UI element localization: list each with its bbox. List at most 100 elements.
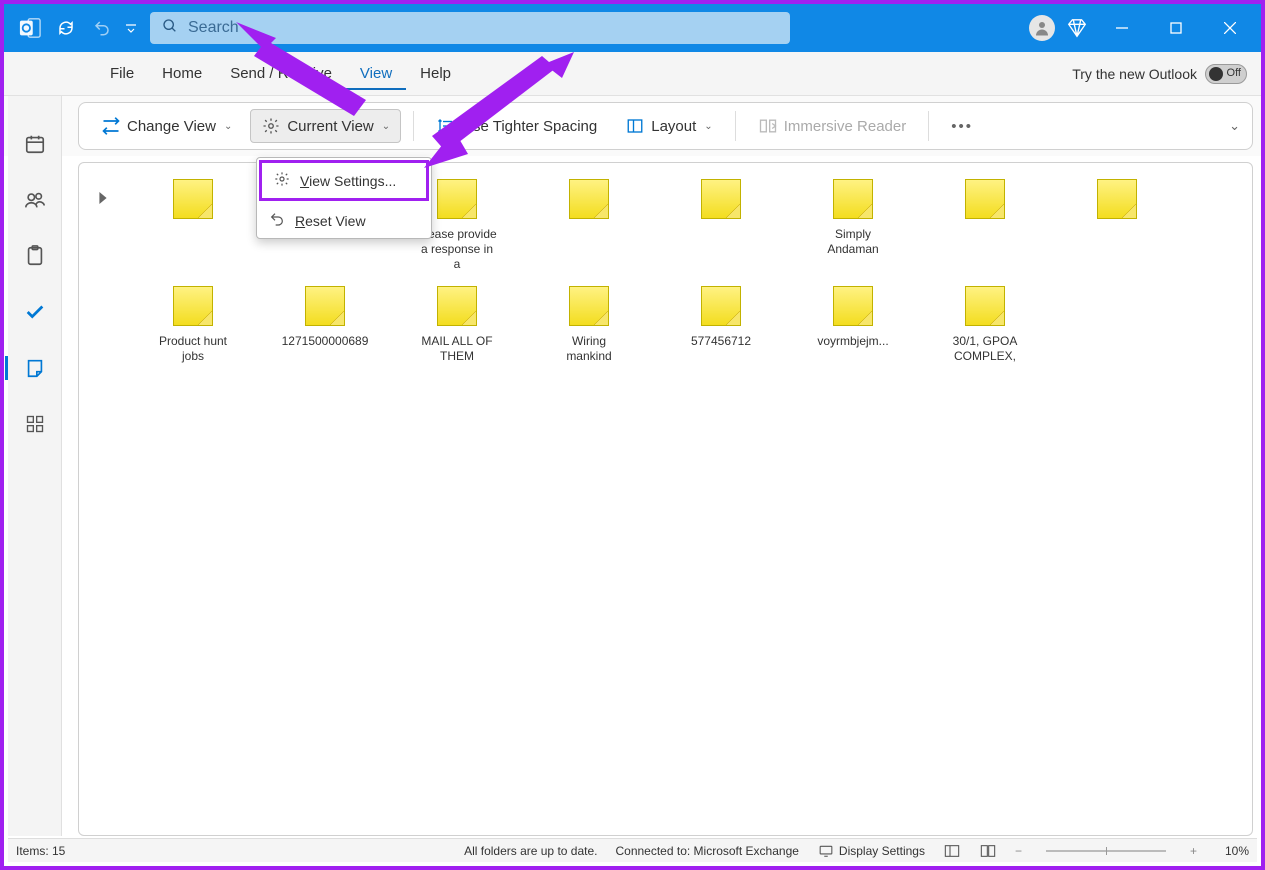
note-item[interactable] <box>547 179 631 272</box>
folder-pane-collapsed[interactable] <box>79 163 133 835</box>
qat-dropdown-icon[interactable] <box>124 14 138 42</box>
view-reading-icon[interactable] <box>979 842 997 860</box>
try-new-outlook-label: Try the new Outlook <box>1072 66 1197 82</box>
view-settings-menuitem[interactable]: View Settings... <box>259 160 429 201</box>
note-label <box>1115 227 1119 257</box>
note-thumb-icon <box>437 179 477 219</box>
note-thumb-icon <box>305 286 345 326</box>
change-view-icon <box>101 116 121 136</box>
note-item[interactable] <box>943 179 1027 272</box>
status-connected: Connected to: Microsoft Exchange <box>615 844 798 858</box>
note-label: 30/1, GPOA COMPLEX, <box>951 334 1020 364</box>
note-thumb-icon <box>173 286 213 326</box>
left-nav <box>8 56 62 836</box>
note-item[interactable]: Product hunt jobs <box>151 286 235 364</box>
people-nav-icon[interactable] <box>19 184 51 216</box>
zoom-out-button[interactable]: − <box>1015 844 1022 858</box>
note-thumb-icon <box>173 179 213 219</box>
more-apps-nav-icon[interactable] <box>19 408 51 440</box>
minimize-button[interactable] <box>1099 5 1145 51</box>
note-label: MAIL ALL OF THEM <box>419 334 494 364</box>
ribbon-tabs: File Home Send / Receive View Help Try t… <box>4 52 1261 96</box>
note-thumb-icon <box>569 286 609 326</box>
zoom-slider[interactable] <box>1046 850 1166 852</box>
divider <box>413 111 414 141</box>
annotation-arrow <box>424 52 584 172</box>
zoom-level: 10% <box>1215 844 1249 858</box>
display-settings-button[interactable]: Display Settings <box>817 842 925 860</box>
note-label: Product hunt jobs <box>157 334 229 364</box>
note-item[interactable] <box>1075 179 1159 272</box>
status-bar: Items: 15 All folders are up to date. Co… <box>8 838 1257 862</box>
sync-icon[interactable] <box>52 14 80 42</box>
note-thumb-icon <box>701 179 741 219</box>
content-pane: Please provide a response in aSimply And… <box>78 162 1253 836</box>
reset-icon <box>269 211 285 230</box>
reset-view-menuitem[interactable]: Reset View <box>257 203 431 238</box>
note-thumb-icon <box>833 286 873 326</box>
note-item[interactable]: 577456712 <box>679 286 763 364</box>
note-item[interactable]: Wiring mankind <box>547 286 631 364</box>
title-bar-right <box>1029 5 1261 51</box>
toggle-switch[interactable]: Off <box>1205 64 1247 84</box>
tasks-nav-icon[interactable] <box>19 240 51 272</box>
note-item[interactable]: Simply Andaman <box>811 179 895 272</box>
note-label: Simply Andaman <box>825 227 880 257</box>
user-avatar[interactable] <box>1029 15 1055 41</box>
divider <box>735 111 736 141</box>
calendar-nav-icon[interactable] <box>19 128 51 160</box>
close-button[interactable] <box>1207 5 1253 51</box>
undo-icon[interactable] <box>88 14 116 42</box>
title-bar: Search <box>4 4 1261 52</box>
note-item[interactable]: 1271500000689 <box>283 286 367 364</box>
change-view-button[interactable]: Change View⌄ <box>91 110 242 142</box>
note-thumb-icon <box>965 286 1005 326</box>
maximize-button[interactable] <box>1153 5 1199 51</box>
ribbon-container: Change View⌄ Current View⌄ Use Tighter S… <box>4 96 1261 156</box>
status-items: Items: 15 <box>16 844 65 858</box>
note-label <box>587 227 591 257</box>
note-label: voyrmbjejm... <box>815 334 890 364</box>
note-label: 1271500000689 <box>280 334 371 364</box>
tab-file[interactable]: File <box>96 57 148 90</box>
note-thumb-icon <box>1097 179 1137 219</box>
display-icon <box>817 842 835 860</box>
more-commands-button[interactable]: ••• <box>941 112 983 141</box>
chevron-right-icon[interactable] <box>97 191 115 209</box>
immersive-icon <box>758 116 778 136</box>
note-label: Wiring mankind <box>564 334 613 364</box>
search-icon <box>162 18 178 39</box>
note-item[interactable]: 30/1, GPOA COMPLEX, <box>943 286 1027 364</box>
view-normal-icon[interactable] <box>943 842 961 860</box>
note-thumb-icon <box>701 286 741 326</box>
collapse-ribbon-icon[interactable]: ⌄ <box>1229 118 1240 134</box>
divider <box>928 111 929 141</box>
annotation-arrow <box>236 22 376 122</box>
gear-icon <box>274 171 290 190</box>
outlook-icon <box>16 14 44 42</box>
note-thumb-icon <box>437 286 477 326</box>
notes-nav-icon[interactable] <box>19 352 51 384</box>
note-thumb-icon <box>569 179 609 219</box>
note-thumb-icon <box>965 179 1005 219</box>
layout-icon <box>625 116 645 136</box>
note-label: 577456712 <box>689 334 753 364</box>
note-item[interactable] <box>679 179 763 272</box>
note-label <box>191 227 195 257</box>
immersive-reader-button: Immersive Reader <box>748 110 917 142</box>
current-view-dropdown: View Settings... Reset View <box>256 157 432 239</box>
search-placeholder: Search <box>188 19 239 37</box>
note-item[interactable]: MAIL ALL OF THEM <box>415 286 499 364</box>
title-bar-left <box>4 14 138 42</box>
zoom-in-button[interactable]: + <box>1190 844 1197 858</box>
note-item[interactable] <box>151 179 235 272</box>
note-item[interactable]: voyrmbjejm... <box>811 286 895 364</box>
todo-nav-icon[interactable] <box>19 296 51 328</box>
note-label <box>719 227 723 257</box>
note-label <box>983 227 987 257</box>
tab-home[interactable]: Home <box>148 57 216 90</box>
note-thumb-icon <box>833 179 873 219</box>
diamond-icon[interactable] <box>1063 14 1091 42</box>
layout-button[interactable]: Layout⌄ <box>615 110 722 142</box>
try-new-outlook[interactable]: Try the new Outlook Off <box>1072 64 1261 84</box>
